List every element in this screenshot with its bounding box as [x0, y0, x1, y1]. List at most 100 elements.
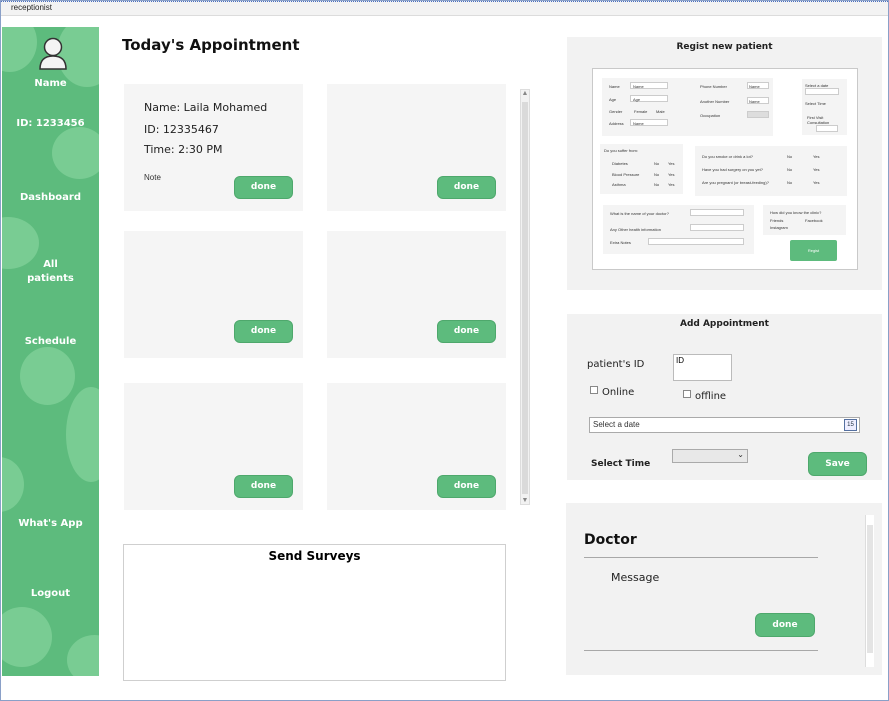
preview-option: Instagram	[770, 225, 788, 230]
appointment-card: done	[124, 383, 303, 510]
user-avatar-icon	[39, 37, 67, 70]
sidebar: Name ID: 1233456 Dashboard All patients …	[2, 27, 99, 676]
sidebar-item-label: All	[43, 259, 58, 270]
preview-option: Friends	[770, 218, 784, 223]
preview-field	[747, 111, 769, 118]
calendar-icon[interactable]: 15	[844, 419, 857, 431]
preview-label: How did you know the clinic?	[770, 210, 822, 215]
preview-field	[690, 209, 744, 216]
preview-option: Male	[656, 109, 665, 114]
preview-field	[805, 88, 839, 95]
sidebar-item-all-patients[interactable]: All patients	[2, 258, 99, 286]
preview-personal-section: Name Name Age Age Gender Female Male Add…	[602, 78, 773, 136]
register-form-preview[interactable]: Name Name Age Age Gender Female Male Add…	[592, 68, 858, 270]
doctor-panel: Doctor Message done	[566, 503, 882, 675]
preview-label: Phone Number	[700, 84, 727, 89]
preview-label: Gender	[609, 109, 623, 114]
sidebar-item-logout[interactable]: Logout	[2, 588, 99, 599]
app-window: receptionist Name ID: 1233456 Dashboard …	[0, 0, 889, 701]
offline-checkbox[interactable]	[683, 390, 691, 398]
preview-value: Age	[633, 97, 641, 102]
scrollbar-thumb[interactable]	[522, 102, 528, 494]
done-button[interactable]: done	[234, 475, 293, 498]
user-id-label: ID: 1233456	[16, 118, 85, 129]
patient-id: ID: 12335467	[144, 123, 219, 136]
preview-label: Diabetes	[612, 161, 628, 166]
preview-option: Yes	[813, 167, 820, 172]
divider	[584, 557, 818, 558]
add-appointment-title: Add Appointment	[679, 319, 769, 329]
preview-field	[816, 125, 838, 132]
preview-field: Name	[747, 82, 769, 89]
preview-option: Yes	[668, 182, 675, 187]
doctor-message: Message	[611, 571, 660, 584]
preview-field: Name	[630, 119, 668, 126]
sidebar-item-dashboard[interactable]: Dashboard	[2, 192, 99, 203]
preview-option: Yes	[813, 154, 820, 159]
appointment-time: Time: 2:30 PM	[144, 143, 223, 156]
preview-field: Name	[747, 97, 769, 104]
decor-bubble	[20, 347, 75, 405]
preview-label: Occupation	[700, 113, 721, 118]
title-bar-border	[1, 1, 888, 5]
send-surveys-panel: Send Surveys	[123, 544, 506, 681]
preview-option: No	[787, 154, 793, 159]
surveys-title: Send Surveys	[268, 549, 361, 563]
preview-option: Yes	[668, 172, 675, 177]
done-button[interactable]: done	[437, 320, 496, 343]
preview-regist-button: Regist	[790, 240, 837, 261]
appointment-card: Name: Laila Mohamed ID: 12335467 Time: 2…	[124, 84, 303, 211]
date-picker[interactable]: Select a date 15	[589, 417, 860, 433]
time-select[interactable]: ⌄	[672, 449, 748, 463]
scroll-up-icon[interactable]: ▲	[521, 90, 529, 97]
preview-label: Another Number	[700, 99, 730, 104]
decor-bubble	[66, 387, 99, 482]
divider	[584, 650, 818, 651]
appointment-note: Note	[144, 173, 161, 182]
preview-label: What is the name of your doctor?	[610, 211, 669, 216]
preview-label: Select Time	[805, 101, 826, 106]
sidebar-item-whatsapp[interactable]: What's App	[2, 518, 99, 529]
done-button[interactable]: done	[755, 613, 815, 637]
window-title: receptionist	[11, 3, 52, 12]
appointment-card: done	[124, 231, 303, 358]
done-button[interactable]: done	[234, 320, 293, 343]
preview-label: Have you had surgery on you yet?	[702, 167, 763, 172]
preview-label: Do you suffer from:	[604, 148, 638, 153]
preview-value: Name	[749, 99, 760, 104]
preview-label: Any Other health information	[610, 227, 661, 232]
preview-field: Age	[630, 95, 668, 102]
preview-field	[690, 224, 744, 231]
preview-option: Yes	[668, 161, 675, 166]
scrollbar-thumb[interactable]	[867, 525, 873, 653]
preview-option: Facebook	[805, 218, 823, 223]
appointment-card: done	[327, 231, 506, 358]
patient-id-input[interactable]: ID	[673, 354, 732, 381]
sidebar-item-label: patients	[27, 273, 74, 284]
decor-bubble	[67, 635, 99, 676]
preview-heard-section: How did you know the clinic? Friends Fac…	[763, 205, 846, 235]
chevron-down-icon: ⌄	[737, 450, 744, 459]
select-time-label: Select Time	[591, 459, 651, 469]
doctor-scrollbar[interactable]	[865, 515, 874, 667]
done-button[interactable]: done	[234, 176, 293, 199]
sidebar-item-schedule[interactable]: Schedule	[2, 336, 99, 347]
scroll-down-icon[interactable]: ▼	[521, 497, 529, 504]
online-checkbox[interactable]	[590, 386, 598, 394]
preview-label: Are you pregnant (or breast-feeding)?	[702, 180, 769, 185]
done-button[interactable]: done	[437, 475, 496, 498]
done-button[interactable]: done	[437, 176, 496, 199]
appointments-scrollbar[interactable]: ▲ ▼	[520, 89, 530, 505]
decor-bubble	[2, 27, 37, 72]
save-button[interactable]: Save	[808, 452, 867, 476]
decor-bubble	[2, 607, 52, 667]
preview-conditions-section: Do you suffer from: Diabetes Blood Press…	[600, 144, 683, 194]
preview-extra-section: What is the name of your doctor? Any Oth…	[603, 205, 754, 254]
preview-schedule-section: Select a date Select Time First Visit Co…	[802, 79, 847, 135]
preview-label: Asthma	[612, 182, 626, 187]
preview-field	[648, 238, 744, 245]
preview-label: Do you smoke or drink a lot?	[702, 154, 753, 159]
date-placeholder: Select a date	[593, 420, 640, 429]
patient-id-label: patient's ID	[587, 359, 645, 370]
preview-label: Name	[609, 84, 620, 89]
